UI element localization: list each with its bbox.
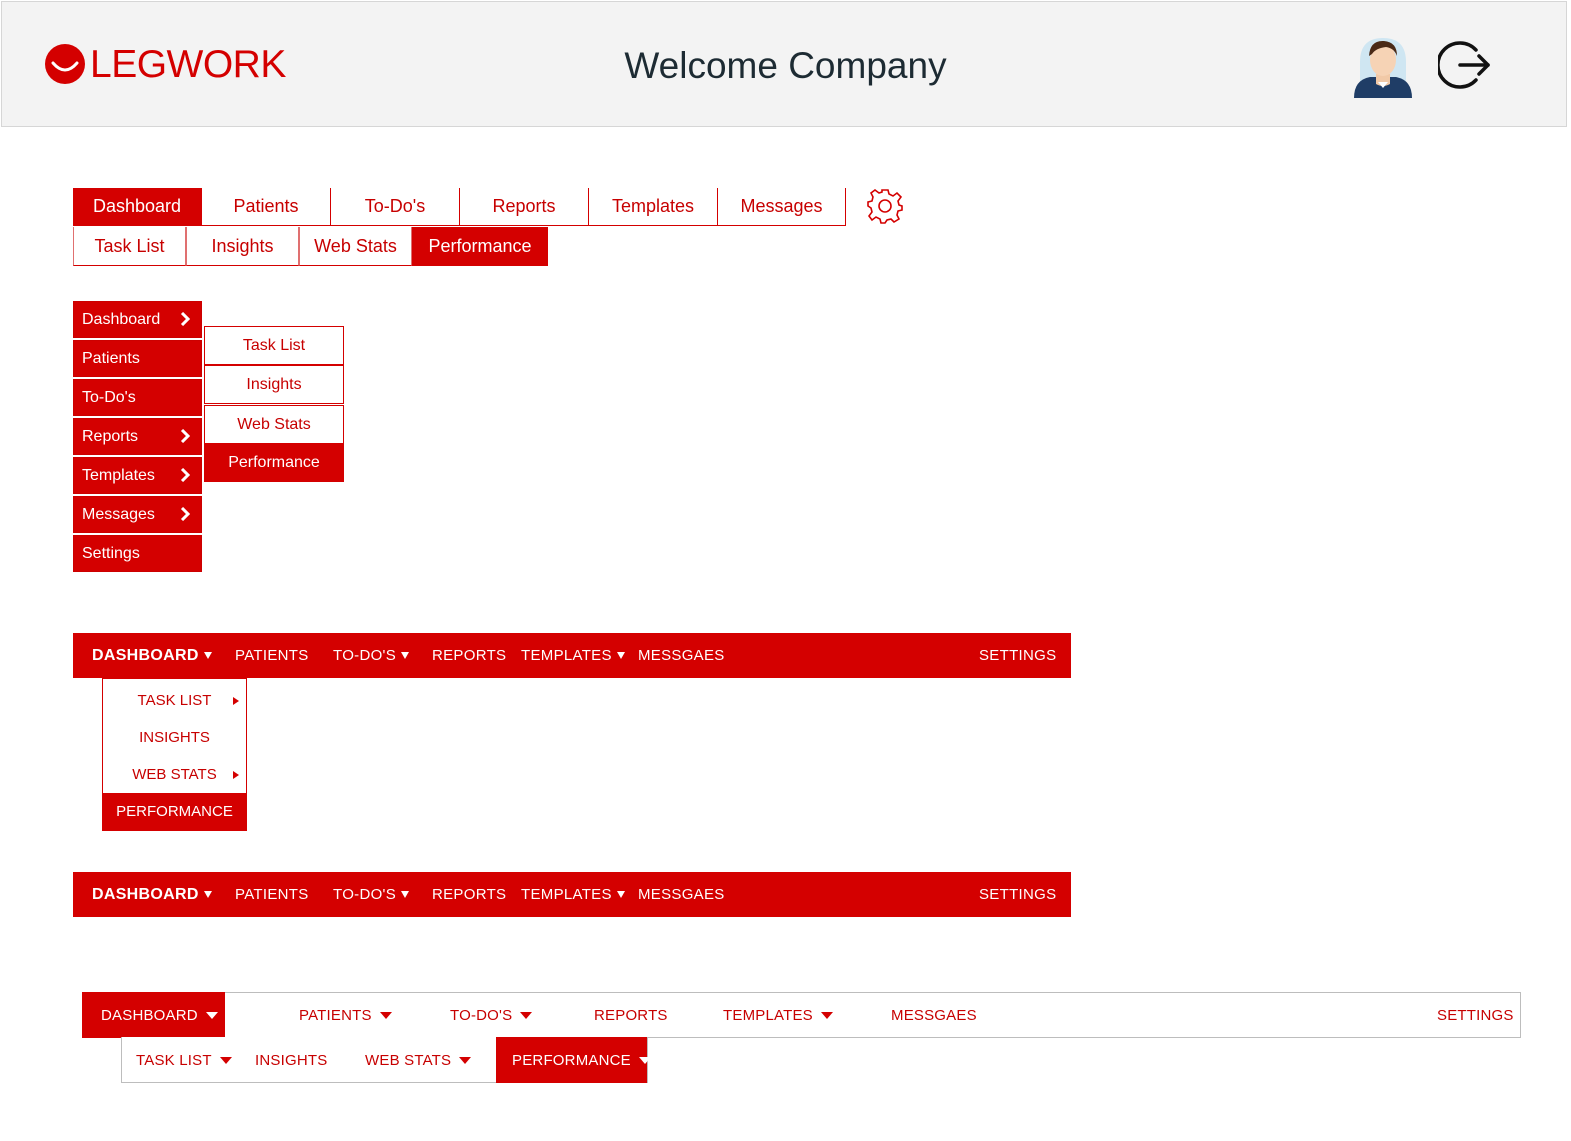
- nav-label: TO-DO'S: [450, 1006, 513, 1024]
- logout-icon[interactable]: [1436, 38, 1492, 92]
- caret-down-icon: [459, 1056, 472, 1064]
- nav-templates[interactable]: TEMPLATES: [723, 993, 833, 1037]
- caret-down-icon: [205, 1011, 218, 1019]
- nav-patients[interactable]: PATIENTS: [235, 633, 309, 678]
- chevron-right-icon: [180, 429, 190, 443]
- side-item-templates[interactable]: Templates: [73, 457, 202, 495]
- nav-dashboard[interactable]: DASHBOARD: [101, 993, 218, 1037]
- caret-down-icon: [219, 1056, 232, 1064]
- submenu-performance[interactable]: Performance: [204, 443, 344, 482]
- nav-messages[interactable]: MESSGAES: [638, 872, 725, 917]
- nav-label: TO-DO'S: [333, 886, 397, 903]
- caret-down-icon: [820, 1011, 833, 1019]
- gear-icon[interactable]: [866, 187, 904, 225]
- side-item-label: To-Do's: [82, 388, 136, 406]
- welcome-title: Welcome Company: [624, 45, 947, 86]
- nav-messages[interactable]: MESSGAES: [891, 993, 977, 1037]
- subtab-insights[interactable]: Insights: [186, 227, 299, 266]
- caret-right-icon: [233, 771, 239, 779]
- side-item-todos[interactable]: To-Do's: [73, 379, 202, 417]
- nav-templates[interactable]: TEMPLATES: [521, 633, 625, 678]
- nav-label: PATIENTS: [299, 1006, 372, 1024]
- dropdown-performance[interactable]: PERFORMANCE: [102, 793, 247, 830]
- nav-label: DASHBOARD: [92, 646, 199, 664]
- side-item-patients[interactable]: Patients: [73, 340, 202, 378]
- nav-label: TEMPLATES: [723, 1006, 813, 1024]
- nav-patients[interactable]: PATIENTS: [299, 993, 392, 1037]
- nav-reports[interactable]: REPORTS: [432, 872, 506, 917]
- side-item-label: Templates: [82, 466, 155, 484]
- caret-down-icon: [616, 652, 625, 659]
- tab-reports[interactable]: Reports: [460, 188, 589, 226]
- dropdown-web-stats[interactable]: WEB STATS: [102, 756, 247, 793]
- caret-down-icon: [638, 1056, 651, 1064]
- subnav-web-stats[interactable]: WEB STATS: [365, 1038, 472, 1082]
- caret-right-icon: [233, 697, 239, 705]
- nav-settings[interactable]: SETTINGS: [1437, 993, 1514, 1037]
- caret-down-icon: [520, 1011, 533, 1019]
- side-item-messages[interactable]: Messages: [73, 496, 202, 534]
- dropdown-insights[interactable]: INSIGHTS: [102, 719, 247, 756]
- side-item-label: Reports: [82, 427, 139, 445]
- nav-label: TEMPLATES: [521, 886, 612, 903]
- side-item-reports[interactable]: Reports: [73, 418, 202, 456]
- nav-reports[interactable]: REPORTS: [432, 633, 506, 678]
- nav-dashboard[interactable]: DASHBOARD: [92, 872, 212, 917]
- nav-settings[interactable]: SETTINGS: [979, 633, 1056, 678]
- nav-label: DASHBOARD: [92, 885, 199, 903]
- side-item-dashboard[interactable]: Dashboard: [73, 301, 202, 339]
- caret-down-icon: [379, 1011, 392, 1019]
- caret-down-icon: [203, 652, 212, 659]
- subnav-label: WEB STATS: [365, 1051, 452, 1069]
- side-item-settings[interactable]: Settings: [73, 535, 202, 573]
- subtab-task-list[interactable]: Task List: [73, 227, 186, 266]
- dropdown-task-list[interactable]: TASK LIST: [102, 682, 247, 719]
- submenu-task-list[interactable]: Task List: [204, 326, 344, 365]
- nav-label: TO-DO'S: [333, 647, 397, 664]
- nav-todos[interactable]: TO-DO'S: [333, 872, 410, 917]
- nav-todos[interactable]: TO-DO'S: [333, 633, 410, 678]
- user-avatar-icon[interactable]: [1350, 32, 1416, 98]
- submenu-insights[interactable]: Insights: [204, 365, 344, 404]
- chevron-right-icon: [180, 312, 190, 326]
- subtab-performance[interactable]: Performance: [412, 227, 548, 266]
- caret-down-icon: [203, 891, 212, 898]
- side-item-label: Settings: [82, 544, 140, 562]
- subtab-web-stats[interactable]: Web Stats: [299, 227, 412, 266]
- subnav-task-list[interactable]: TASK LIST: [136, 1038, 232, 1082]
- nav-todos[interactable]: TO-DO'S: [450, 993, 533, 1037]
- nav-label: DASHBOARD: [101, 1006, 198, 1024]
- subnav-label: PERFORMANCE: [512, 1051, 631, 1069]
- nav-messages[interactable]: MESSGAES: [638, 633, 725, 678]
- tab-dashboard[interactable]: Dashboard: [73, 188, 202, 226]
- tab-todos[interactable]: To-Do's: [331, 188, 460, 226]
- side-item-label: Messages: [82, 505, 155, 523]
- nav-dashboard[interactable]: DASHBOARD: [92, 633, 212, 678]
- caret-down-icon: [401, 891, 410, 898]
- nav-reports[interactable]: REPORTS: [594, 993, 668, 1037]
- side-item-label: Patients: [82, 349, 140, 367]
- nav-settings[interactable]: SETTINGS: [979, 872, 1056, 917]
- submenu-web-stats[interactable]: Web Stats: [204, 405, 344, 444]
- dropdown-label: WEB STATS: [132, 766, 217, 783]
- caret-down-icon: [401, 652, 410, 659]
- tab-templates[interactable]: Templates: [589, 188, 718, 226]
- chevron-right-icon: [180, 468, 190, 482]
- subnav-insights[interactable]: INSIGHTS: [255, 1038, 327, 1082]
- nav-label: TEMPLATES: [521, 647, 612, 664]
- side-item-label: Dashboard: [82, 310, 161, 328]
- tab-patients[interactable]: Patients: [202, 188, 331, 226]
- caret-down-icon: [616, 891, 625, 898]
- nav-templates[interactable]: TEMPLATES: [521, 872, 625, 917]
- dropdown-label: TASK LIST: [137, 692, 212, 709]
- chevron-right-icon: [180, 507, 190, 521]
- nav-patients[interactable]: PATIENTS: [235, 872, 309, 917]
- subnav-label: TASK LIST: [136, 1051, 212, 1069]
- tab-messages[interactable]: Messages: [718, 188, 846, 226]
- subnav-performance[interactable]: PERFORMANCE: [512, 1038, 651, 1082]
